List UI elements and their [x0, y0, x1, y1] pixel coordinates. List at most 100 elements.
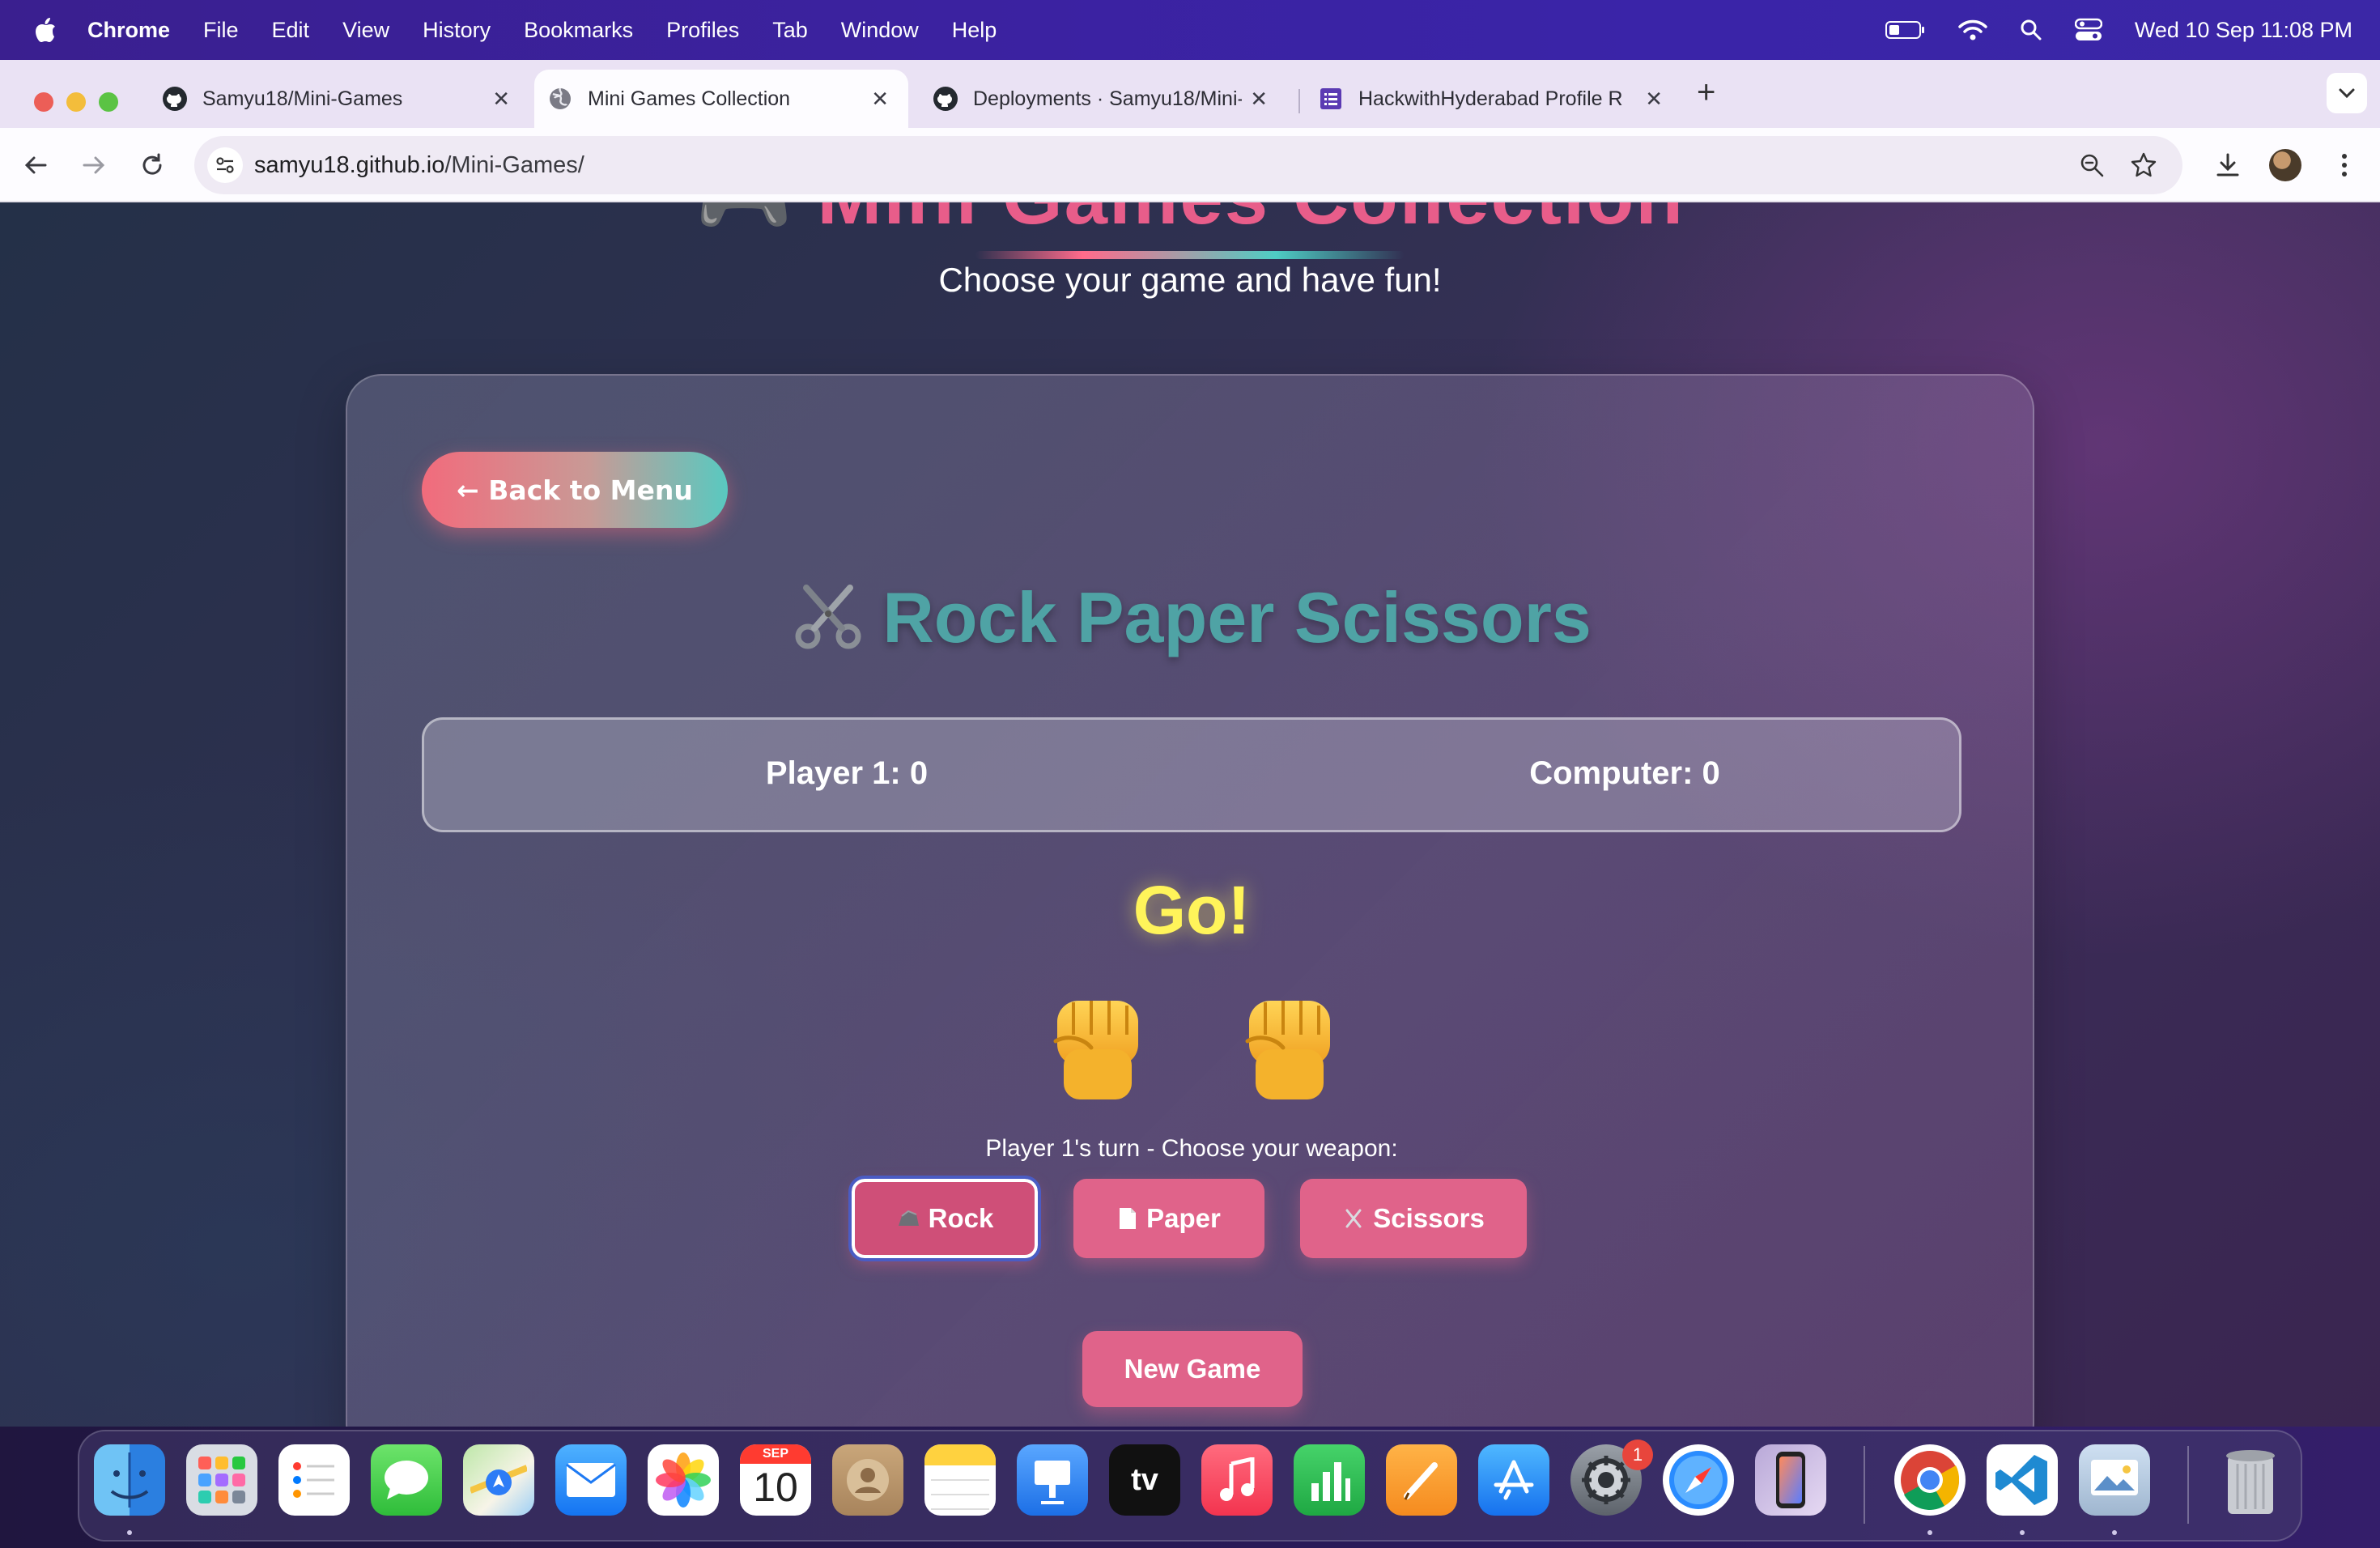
- tab-hackwithhyderabad[interactable]: HackwithHyderabad Profile R ✕: [1305, 70, 1682, 128]
- tv-label: tv: [1131, 1462, 1158, 1497]
- game-card: ← Back to Menu Rock Paper Scissors Playe…: [346, 374, 2034, 1427]
- menu-help[interactable]: Help: [952, 18, 997, 43]
- vscode-icon[interactable]: [1987, 1444, 2058, 1516]
- photos-icon[interactable]: [648, 1444, 719, 1516]
- menu-edit[interactable]: Edit: [272, 18, 310, 43]
- back-arrow-icon[interactable]: [16, 146, 55, 185]
- more-menu-kebab-icon[interactable]: [2325, 146, 2364, 185]
- battery-icon[interactable]: [1885, 20, 1926, 40]
- tab-label: HackwithHyderabad Profile R: [1358, 87, 1623, 110]
- menu-app-name[interactable]: Chrome: [87, 18, 170, 43]
- address-bar[interactable]: samyu18.github.io/Mini-Games/: [194, 136, 2182, 194]
- menu-view[interactable]: View: [342, 18, 389, 43]
- forms-icon: [1318, 86, 1344, 112]
- notes-icon[interactable]: [924, 1444, 996, 1516]
- bookmark-star-icon[interactable]: [2129, 151, 2158, 180]
- menu-bookmarks[interactable]: Bookmarks: [524, 18, 633, 43]
- tab-label: Samyu18/Mini-Games: [202, 87, 403, 110]
- preview-icon[interactable]: [2079, 1444, 2150, 1516]
- url-host: samyu18.github.io: [254, 152, 445, 178]
- menu-bar-clock[interactable]: Wed 10 Sep 11:08 PM: [2135, 18, 2352, 43]
- game-title: Rock Paper Scissors: [347, 576, 2036, 659]
- tab-search-chevron-icon[interactable]: [2327, 73, 2367, 113]
- launchpad-icon[interactable]: [186, 1444, 257, 1516]
- window-close-button[interactable]: [34, 92, 53, 112]
- window-minimize-button[interactable]: [66, 92, 86, 112]
- apple-tv-icon[interactable]: tv: [1109, 1444, 1180, 1516]
- maps-icon[interactable]: [463, 1444, 534, 1516]
- round-status: Go!: [1133, 872, 1251, 948]
- apple-logo-icon[interactable]: [34, 17, 57, 43]
- calendar-icon[interactable]: SEP 10: [740, 1444, 811, 1516]
- reload-icon[interactable]: [133, 146, 172, 185]
- hero-title: 🎮 Mini Games Collection: [0, 202, 2380, 243]
- rock-label: Rock: [928, 1203, 994, 1233]
- wifi-icon[interactable]: [1958, 19, 1987, 41]
- rock-button[interactable]: Rock: [848, 1176, 1041, 1261]
- numbers-icon[interactable]: [1294, 1444, 1365, 1516]
- menu-profiles[interactable]: Profiles: [666, 18, 739, 43]
- close-tab-icon[interactable]: ✕: [1645, 87, 1663, 110]
- running-indicator: [2020, 1530, 2025, 1535]
- app-store-icon[interactable]: [1478, 1444, 1549, 1516]
- new-game-button[interactable]: New Game: [1082, 1331, 1303, 1407]
- forward-arrow-icon[interactable]: [74, 146, 113, 185]
- site-info-icon[interactable]: [207, 147, 243, 183]
- new-tab-plus-icon[interactable]: +: [1697, 76, 1715, 108]
- close-tab-icon[interactable]: ✕: [871, 87, 889, 110]
- computer-score: Computer: 0: [1529, 755, 1720, 791]
- tab-deployments[interactable]: Deployments · Samyu18/Mini- ✕: [920, 70, 1287, 128]
- hero-subtitle: Choose your game and have fun!: [938, 261, 1442, 299]
- downloads-icon[interactable]: [2208, 146, 2247, 185]
- menu-tab[interactable]: Tab: [772, 18, 808, 43]
- address-url[interactable]: samyu18.github.io/Mini-Games/: [254, 152, 584, 179]
- scissors-button[interactable]: Scissors: [1300, 1179, 1527, 1258]
- reminders-icon[interactable]: [278, 1444, 350, 1516]
- iphone-mirroring-icon[interactable]: [1755, 1444, 1826, 1516]
- chrome-icon[interactable]: [1894, 1444, 1966, 1516]
- scissors-icon: [795, 585, 861, 649]
- player-score: Player 1: 0: [765, 755, 929, 791]
- calendar-day: 10: [753, 1465, 798, 1510]
- github-icon: [162, 86, 188, 112]
- paper-button[interactable]: Paper: [1073, 1179, 1264, 1258]
- back-to-menu-button[interactable]: ← Back to Menu: [422, 452, 728, 528]
- url-path: /Mini-Games/: [444, 152, 584, 178]
- music-icon[interactable]: [1201, 1444, 1273, 1516]
- scissors-icon: [1342, 1207, 1365, 1230]
- keynote-icon[interactable]: [1017, 1444, 1088, 1516]
- mail-icon[interactable]: [555, 1444, 627, 1516]
- paper-icon: [1117, 1206, 1138, 1231]
- menu-file[interactable]: File: [203, 18, 239, 43]
- turn-prompt: Player 1's turn - Choose your weapon:: [985, 1135, 1398, 1162]
- scoreboard: Player 1: 0 Computer: 0: [422, 717, 1961, 832]
- profile-avatar[interactable]: [2269, 149, 2301, 181]
- spotlight-search-icon[interactable]: [2020, 19, 2042, 41]
- menu-history[interactable]: History: [423, 18, 491, 43]
- safari-icon[interactable]: [1663, 1444, 1734, 1516]
- paper-label: Paper: [1146, 1203, 1221, 1233]
- finder-icon[interactable]: [94, 1444, 165, 1516]
- running-indicator: [2112, 1530, 2117, 1535]
- tab-mini-games-collection[interactable]: Mini Games Collection ✕: [534, 70, 908, 128]
- contacts-icon[interactable]: [832, 1444, 903, 1516]
- zoom-magnifier-icon[interactable]: [2077, 151, 2106, 180]
- window-zoom-button[interactable]: [99, 92, 118, 112]
- running-indicator: [127, 1530, 132, 1535]
- player-fist-icon: [1053, 1001, 1138, 1099]
- menu-window[interactable]: Window: [841, 18, 919, 43]
- rock-icon: [896, 1208, 920, 1229]
- trash-icon[interactable]: [2215, 1444, 2286, 1516]
- control-center-icon[interactable]: [2074, 18, 2102, 42]
- pages-icon[interactable]: [1386, 1444, 1457, 1516]
- dock-separator: [2187, 1446, 2189, 1524]
- settings-notification-badge: 1: [1622, 1440, 1653, 1470]
- computer-fist-icon: [1245, 1001, 1330, 1099]
- close-tab-icon[interactable]: ✕: [1250, 87, 1268, 110]
- tab-label: Mini Games Collection: [588, 87, 791, 110]
- tab-samyu18-mini-games[interactable]: Samyu18/Mini-Games ✕: [149, 70, 529, 128]
- messages-icon[interactable]: [371, 1444, 442, 1516]
- browser-tab-strip: Samyu18/Mini-Games ✕ Mini Games Collecti…: [0, 60, 2380, 128]
- tab-divider: [1298, 89, 1300, 113]
- close-tab-icon[interactable]: ✕: [492, 87, 510, 110]
